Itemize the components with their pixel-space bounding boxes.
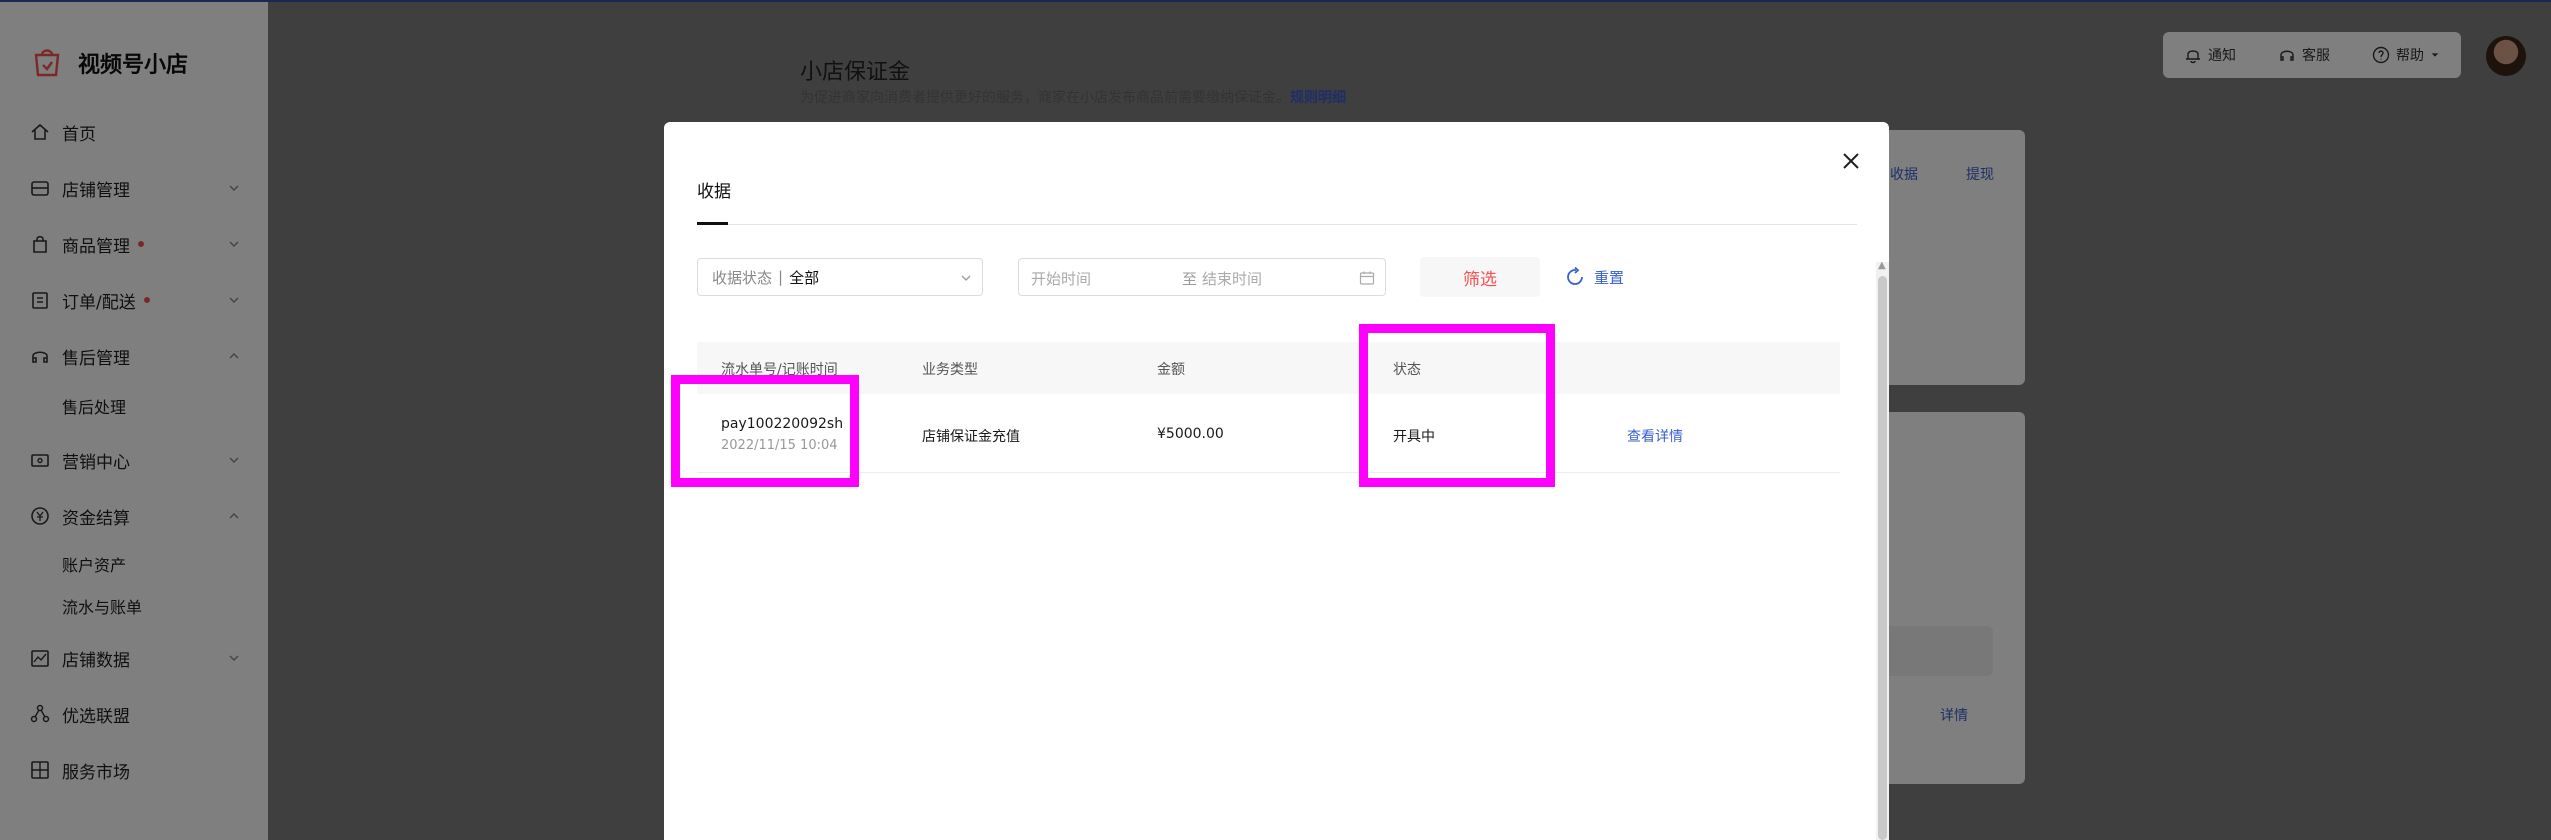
cell-business-type: 店铺保证金充值 bbox=[922, 429, 1020, 445]
status-select-separator: | bbox=[778, 268, 784, 286]
start-time-input[interactable]: 开始时间 bbox=[1031, 268, 1091, 289]
date-range-separator: 至 bbox=[1182, 270, 1198, 288]
tab-receipt[interactable]: 收据 bbox=[697, 177, 731, 202]
view-detail-link[interactable]: 查看详情 bbox=[1627, 426, 1683, 446]
refresh-icon bbox=[1567, 266, 1583, 285]
close-icon[interactable] bbox=[1840, 150, 1862, 172]
col-header-amount: 金额 bbox=[1157, 362, 1185, 378]
receipt-modal: 收据 收据状态 | 全部 开始时间 至 结束时间 筛选 重置 流水单号/记账时间… bbox=[664, 122, 1889, 840]
cell-amount: ¥5000.00 bbox=[1157, 426, 1224, 442]
table-row: pay100220092sh 2022/11/15 10:04 店铺保证金充值 … bbox=[697, 394, 1840, 473]
receipt-status-select[interactable]: 收据状态 | 全部 bbox=[697, 258, 983, 296]
end-time-input[interactable]: 结束时间 bbox=[1202, 268, 1262, 289]
table-header: 流水单号/记账时间 业务类型 金额 状态 bbox=[697, 342, 1840, 394]
chevron-down-icon bbox=[961, 275, 971, 281]
date-range-picker[interactable]: 开始时间 至 结束时间 bbox=[1018, 258, 1386, 296]
highlight-box-transaction bbox=[671, 375, 859, 487]
status-select-value: 全部 bbox=[789, 268, 820, 287]
highlight-box-status bbox=[1359, 324, 1555, 487]
calendar-icon bbox=[1359, 271, 1375, 285]
tabs-divider bbox=[697, 224, 1857, 225]
status-select-label: 收据状态 bbox=[712, 268, 773, 287]
filter-button[interactable]: 筛选 bbox=[1420, 257, 1540, 297]
scroll-up-icon[interactable]: ▲ bbox=[1878, 260, 1886, 271]
scrollbar-thumb[interactable] bbox=[1878, 276, 1887, 840]
modal-scrollbar[interactable] bbox=[1876, 262, 1889, 840]
reset-button[interactable]: 重置 bbox=[1564, 257, 1624, 297]
col-header-type: 业务类型 bbox=[922, 362, 978, 378]
tab-active-underline bbox=[697, 222, 728, 225]
reset-label: 重置 bbox=[1594, 268, 1625, 287]
